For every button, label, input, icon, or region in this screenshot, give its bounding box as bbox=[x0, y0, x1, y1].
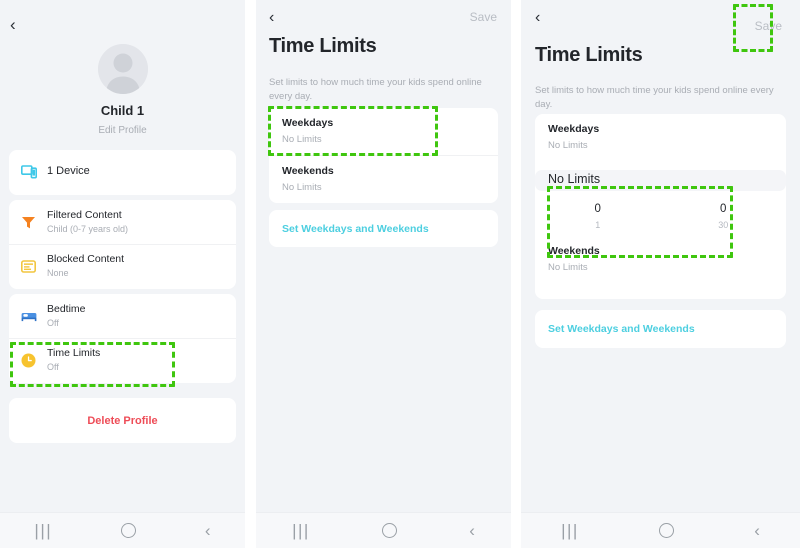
weekends-title: Weekends bbox=[548, 245, 600, 257]
android-navbar: ||| ‹ bbox=[0, 512, 245, 548]
picker-next-values[interactable]: 1 30 bbox=[535, 215, 786, 233]
status-bar bbox=[0, 0, 245, 9]
time-limits-sub: Off bbox=[47, 362, 59, 373]
filtered-content-title: Filtered Content bbox=[47, 208, 122, 221]
picker-minutes-next: 30 bbox=[718, 220, 729, 230]
person-avatar-icon bbox=[97, 44, 148, 94]
bed-icon bbox=[21, 310, 47, 322]
weekdays-title: Weekdays bbox=[548, 123, 600, 135]
android-navbar: ||| ‹ bbox=[256, 512, 511, 548]
home-circle-icon[interactable] bbox=[659, 523, 675, 538]
bedtime-sub: Off bbox=[47, 317, 59, 328]
list-item-weekends[interactable]: Weekends No Limits bbox=[535, 236, 786, 283]
device-row-title: 1 Device bbox=[47, 165, 90, 178]
time-limits-title: Time Limits bbox=[47, 347, 101, 360]
screenshot-stage: ‹ Child 1 Edit Profile 1 Device Filtered… bbox=[0, 0, 800, 548]
page-title: Time Limits bbox=[535, 44, 643, 66]
system-back-icon[interactable]: ‹ bbox=[205, 522, 211, 539]
weekends-sub: No Limits bbox=[548, 261, 588, 273]
set-weekdays-and-weekends-label: Set Weekdays and Weekends bbox=[548, 323, 695, 335]
home-circle-icon[interactable] bbox=[121, 523, 137, 538]
weekdays-sub: No Limits bbox=[282, 133, 322, 145]
filtered-content-text: Filtered Content Child (0-7 years old) bbox=[47, 209, 128, 235]
bedtime-text: Bedtime Off bbox=[47, 303, 86, 329]
list-item-device[interactable]: 1 Device bbox=[9, 150, 236, 194]
page-description: Set limits to how much time your kids sp… bbox=[269, 77, 482, 102]
picker-minutes-value: 0 bbox=[720, 203, 727, 215]
picker-hours-next-column[interactable]: 1 bbox=[535, 215, 661, 233]
picker-hours-next: 1 bbox=[595, 220, 601, 230]
picker-selected-label: No Limits bbox=[548, 172, 601, 186]
picker-minutes-next-column[interactable]: 30 bbox=[661, 215, 787, 233]
delete-profile-card[interactable]: Delete Profile bbox=[9, 398, 236, 443]
back-icon[interactable]: ‹ bbox=[535, 10, 540, 26]
duration-picker[interactable]: No Limits 0 0 1 30 bbox=[535, 170, 786, 230]
clock-icon bbox=[21, 353, 47, 368]
recent-apps-icon[interactable]: ||| bbox=[34, 522, 52, 539]
blocked-content-title: Blocked Content bbox=[47, 253, 125, 266]
home-circle-icon[interactable] bbox=[382, 523, 398, 538]
android-navbar: ||| ‹ bbox=[521, 512, 800, 548]
list-item-filtered-content[interactable]: Filtered Content Child (0-7 years old) bbox=[9, 200, 236, 244]
list-item-blocked-content[interactable]: Blocked Content None bbox=[9, 244, 236, 288]
set-weekdays-and-weekends-label: Set Weekdays and Weekends bbox=[282, 222, 429, 235]
panel-time-limits-list: ‹ Save Time Limits Set limits to how muc… bbox=[256, 0, 511, 548]
back-icon[interactable]: ‹ bbox=[10, 16, 16, 33]
list-item-weekdays[interactable]: Weekdays No Limits bbox=[269, 108, 498, 155]
bedtime-title: Bedtime bbox=[47, 302, 86, 315]
weekdays-sub: No Limits bbox=[548, 139, 588, 151]
days-card: Weekdays No Limits No Limits 0 0 1 30 We… bbox=[535, 114, 786, 299]
blocked-content-sub: None bbox=[47, 268, 69, 279]
panel-child-profile: ‹ Child 1 Edit Profile 1 Device Filtered… bbox=[0, 0, 245, 548]
blocked-content-text: Blocked Content None bbox=[47, 253, 124, 279]
set-weekdays-and-weekends-button[interactable]: Set Weekdays and Weekends bbox=[269, 210, 498, 247]
edit-profile-link[interactable]: Edit Profile bbox=[0, 125, 245, 136]
page-description: Set limits to how much time your kids sp… bbox=[535, 85, 774, 110]
list-item-weekends[interactable]: Weekends No Limits bbox=[269, 154, 498, 203]
picker-hours-value: 0 bbox=[594, 203, 601, 215]
device-row-text: 1 Device bbox=[47, 165, 90, 179]
page-title: Child 1 bbox=[100, 103, 145, 118]
device-card: 1 Device bbox=[9, 150, 236, 195]
avatar bbox=[97, 44, 148, 94]
recent-apps-icon[interactable]: ||| bbox=[292, 522, 310, 539]
status-bar bbox=[521, 0, 800, 9]
set-weekdays-and-weekends-button[interactable]: Set Weekdays and Weekends bbox=[535, 310, 786, 348]
list-item-bedtime[interactable]: Bedtime Off bbox=[9, 294, 236, 338]
blocked-content-icon bbox=[21, 260, 47, 273]
weekends-title: Weekends bbox=[282, 164, 334, 177]
content-settings-card: Filtered Content Child (0-7 years old) B… bbox=[9, 200, 236, 289]
filter-icon bbox=[21, 215, 47, 230]
weekends-sub: No Limits bbox=[282, 181, 322, 193]
system-back-icon[interactable]: ‹ bbox=[469, 522, 475, 539]
days-card: Weekdays No Limits Weekends No Limits bbox=[269, 108, 498, 203]
back-icon[interactable]: ‹ bbox=[269, 10, 274, 26]
schedule-settings-card: Bedtime Off Time Limits Off bbox=[9, 294, 236, 383]
time-limits-text: Time Limits Off bbox=[47, 347, 100, 373]
list-item-time-limits[interactable]: Time Limits Off bbox=[9, 338, 236, 382]
status-bar bbox=[256, 0, 511, 9]
list-item-weekdays[interactable]: Weekdays No Limits bbox=[535, 114, 786, 161]
save-button[interactable]: Save bbox=[470, 11, 497, 23]
panel-time-limits-picker: ‹ Save Time Limits Set limits to how muc… bbox=[521, 0, 800, 548]
recent-apps-icon[interactable]: ||| bbox=[561, 522, 579, 539]
page-title: Time Limits bbox=[269, 35, 377, 57]
system-back-icon[interactable]: ‹ bbox=[754, 522, 760, 539]
filtered-content-sub: Child (0-7 years old) bbox=[47, 223, 129, 234]
save-button[interactable]: Save bbox=[755, 20, 782, 32]
devices-icon bbox=[21, 165, 47, 179]
weekdays-title: Weekdays bbox=[282, 117, 334, 129]
delete-profile-button[interactable]: Delete Profile bbox=[9, 398, 236, 443]
